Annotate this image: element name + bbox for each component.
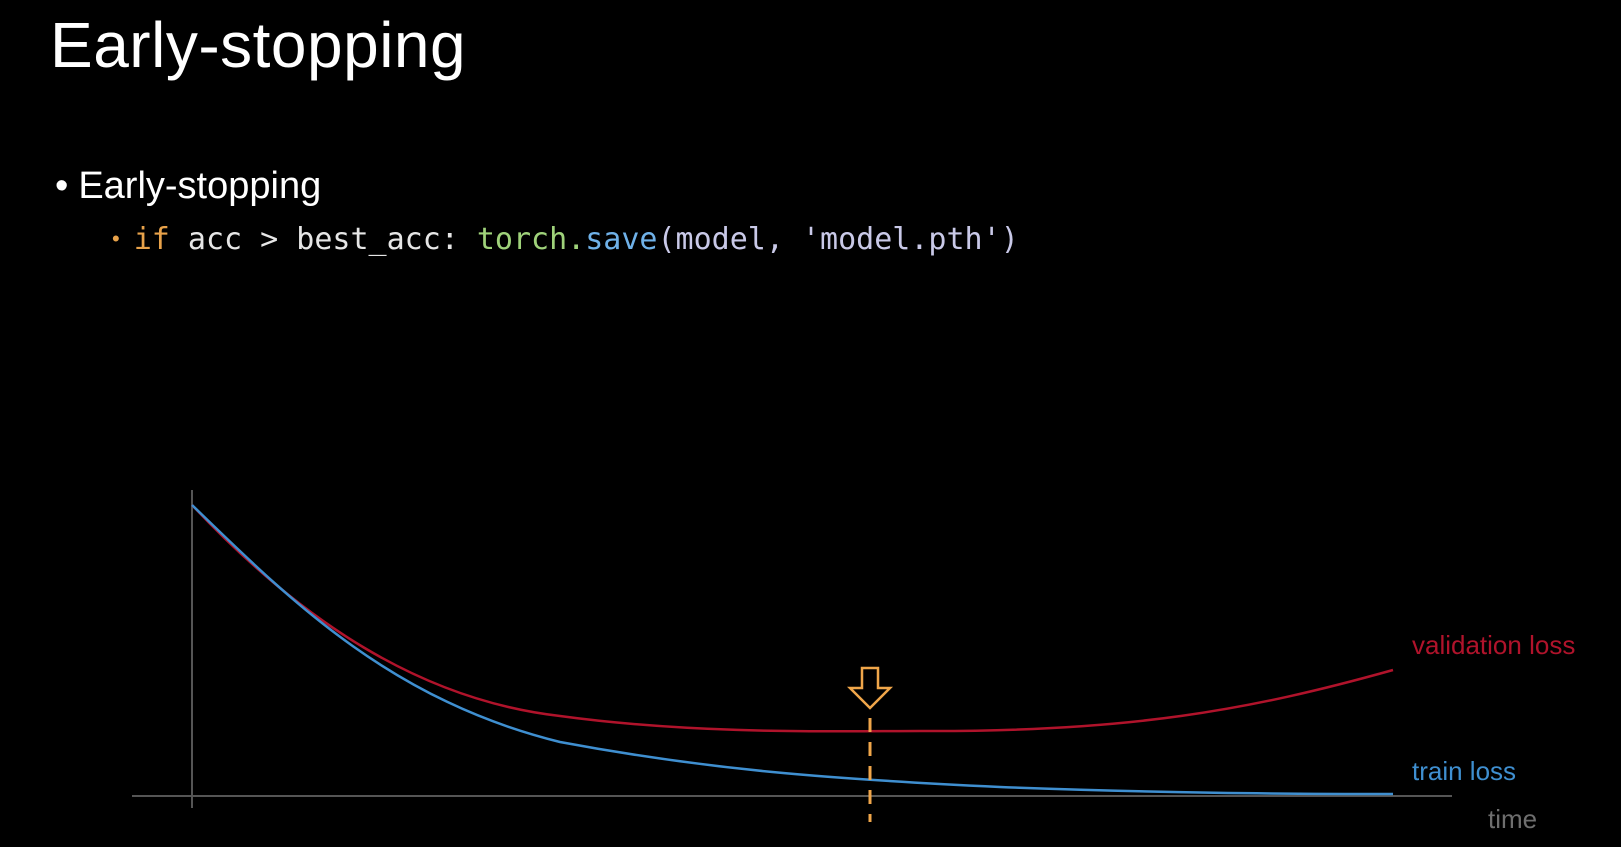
validation-loss-curve (191, 504, 1394, 733)
train-loss-curve (191, 504, 1394, 796)
down-arrow-outline-icon (846, 666, 894, 710)
x-axis-label: time (1488, 804, 1537, 834)
loss-diagram: validation loss train loss time (132, 490, 1575, 834)
train-loss-label: train loss (1412, 756, 1516, 786)
validation-loss-label: validation loss (1412, 630, 1575, 660)
